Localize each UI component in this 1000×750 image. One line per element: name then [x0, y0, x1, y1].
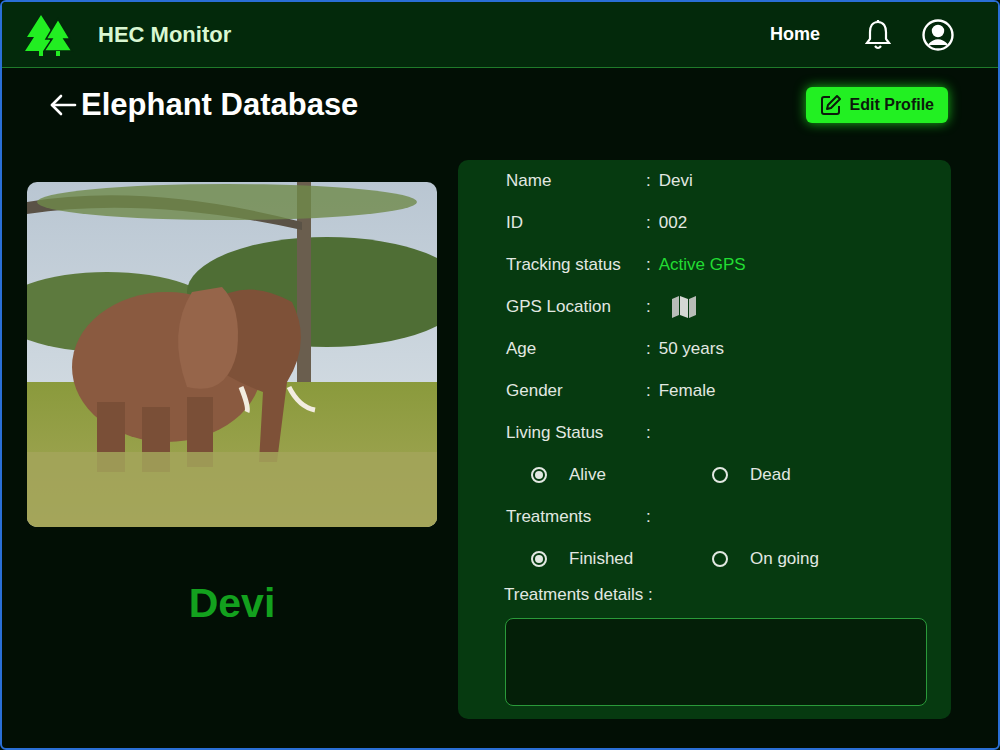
field-label: Tracking status [506, 252, 646, 278]
field-value: Devi [659, 168, 693, 194]
radio-button[interactable] [531, 551, 547, 567]
home-link[interactable]: Home [770, 21, 820, 48]
details-card: Name:DeviID:002Tracking status:Active GP… [458, 160, 951, 719]
back-arrow-icon-svg [48, 93, 78, 117]
field-row: ID:002 [506, 202, 929, 244]
field-row: GPS Location: [506, 286, 929, 328]
radio-option[interactable]: Alive [531, 462, 712, 488]
field-label: ID [506, 210, 646, 236]
field-row: Age:50 years [506, 328, 929, 370]
profile-column: Devi [27, 160, 437, 628]
radio-dot [535, 471, 543, 479]
tree-logo-icon-svg [24, 13, 76, 57]
field-row: Tracking status: Active GPS [506, 244, 929, 286]
field-separator: : [646, 252, 651, 278]
field-separator: : [646, 336, 651, 362]
radio-option[interactable]: Finished [531, 546, 712, 572]
elephant-photo [27, 182, 437, 527]
field-row: Treatments: [506, 496, 929, 538]
bell-icon-svg [863, 19, 893, 51]
field-separator: : [646, 504, 651, 530]
treatments-details-label: Treatments details : [504, 580, 929, 610]
back-arrow-icon[interactable] [45, 87, 81, 123]
edit-pencil-icon-svg [820, 94, 842, 116]
field-value: 002 [659, 210, 687, 236]
field-label: Treatments details : [504, 582, 653, 608]
field-row: Gender: Female [506, 370, 929, 412]
field-separator: : [646, 294, 651, 320]
field-value: Female [659, 378, 716, 404]
tree-logo-icon[interactable] [24, 13, 76, 57]
map-icon[interactable] [671, 295, 697, 319]
field-label: Treatments [506, 504, 646, 530]
content-area: DeviName:DeviID:002Tracking status:Activ… [2, 124, 998, 719]
field-label: Living Status [506, 420, 646, 446]
treatments-details-input[interactable] [505, 618, 927, 706]
map-icon-svg [671, 295, 697, 319]
top-navbar: HEC Monitor Home [2, 2, 998, 68]
elephant-photo-svg [27, 182, 437, 527]
field-label: Name [506, 168, 646, 194]
user-account-icon[interactable] [920, 17, 956, 53]
field-value: 50 years [659, 336, 724, 362]
page-title: Elephant Database [81, 86, 358, 123]
radio-button[interactable] [712, 467, 728, 483]
edit-profile-label: Edit Profile [850, 93, 934, 117]
field-separator: : [646, 210, 651, 236]
radio-group: Alive Dead [506, 454, 929, 496]
radio-label: Dead [750, 462, 791, 488]
field-row: Name: Devi [506, 160, 929, 202]
field-label: Gender [506, 378, 646, 404]
field-separator: : [646, 420, 651, 446]
tracking-status-value: Active GPS [659, 252, 746, 278]
radio-option[interactable]: Dead [712, 462, 893, 488]
field-label: Age [506, 336, 646, 362]
edit-profile-button[interactable]: Edit Profile [806, 87, 948, 123]
radio-dot [535, 555, 543, 563]
radio-label: Alive [569, 462, 606, 488]
radio-label: On going [750, 546, 819, 572]
page-header: Elephant Database Edit Profile [2, 68, 998, 124]
field-label: GPS Location [506, 294, 646, 320]
edit-pencil-icon [820, 94, 842, 116]
field-row: Living Status: [506, 412, 929, 454]
app-window: HEC Monitor Home Elephant Database Edit Pro… [0, 0, 1000, 750]
radio-label: Finished [569, 546, 633, 572]
radio-group: Finished On going [506, 538, 929, 580]
elephant-name-heading: Devi [27, 579, 437, 628]
radio-button[interactable] [712, 551, 728, 567]
app-title: HEC Monitor [98, 18, 231, 51]
radio-option[interactable]: On going [712, 546, 893, 572]
bell-icon[interactable] [860, 17, 896, 53]
radio-button[interactable] [531, 467, 547, 483]
field-separator: : [646, 168, 651, 194]
user-account-icon-svg [921, 18, 955, 52]
field-separator: : [646, 378, 651, 404]
